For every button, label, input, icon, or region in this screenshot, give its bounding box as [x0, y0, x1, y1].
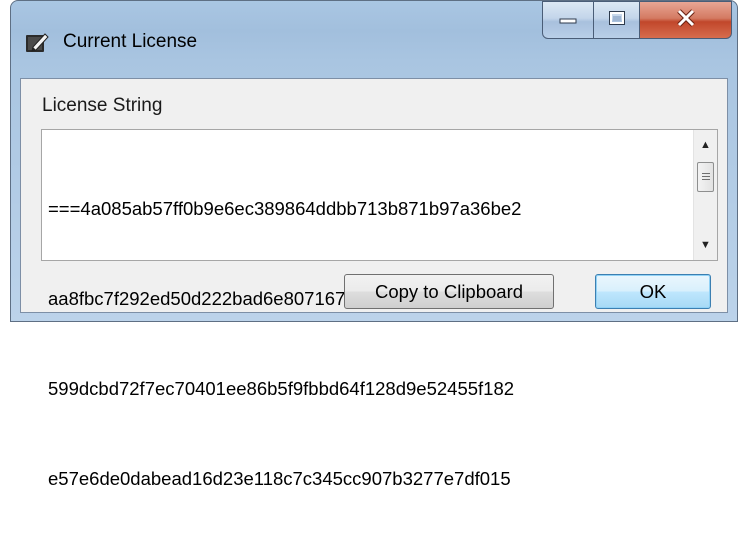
ok-button[interactable]: OK: [595, 274, 711, 309]
thumb-grip: [702, 173, 710, 174]
title-bar[interactable]: Current License: [11, 1, 737, 77]
minimize-icon: [558, 11, 578, 29]
maximize-button[interactable]: [594, 1, 640, 39]
license-dialog-window: Current License License String ===4a085a…: [10, 0, 738, 489]
license-line: e57e6de0dabead16d23e118c7c345cc907b3277e…: [48, 468, 511, 489]
close-icon: [675, 8, 697, 33]
minimize-button[interactable]: [542, 1, 594, 39]
vertical-scrollbar[interactable]: ▲ ▼: [693, 130, 717, 260]
thumb-grip: [702, 179, 710, 180]
window-controls: [542, 1, 732, 41]
window-title: Current License: [63, 31, 198, 52]
license-string-label: License String: [42, 95, 163, 116]
pen-icon: [25, 32, 49, 54]
scroll-up-arrow-icon[interactable]: ▲: [694, 132, 717, 158]
dialog-content: License String ===4a085ab57ff0b9e6ec3898…: [20, 78, 728, 489]
copy-to-clipboard-button[interactable]: Copy to Clipboard: [344, 274, 554, 309]
scroll-down-arrow-icon[interactable]: ▼: [694, 232, 717, 258]
scrollbar-thumb[interactable]: [697, 162, 714, 192]
license-text[interactable]: ===4a085ab57ff0b9e6ec389864ddbb713b871b9…: [48, 134, 688, 554]
close-button[interactable]: [640, 1, 732, 39]
license-line: 599dcbd72f7ec70401ee86b5f9fbbd64f128d9e5…: [48, 378, 515, 399]
maximize-icon: [607, 9, 627, 32]
license-string-textarea[interactable]: ===4a085ab57ff0b9e6ec389864ddbb713b871b9…: [41, 129, 718, 489]
thumb-grip: [702, 176, 710, 177]
license-line: ===4a085ab57ff0b9e6ec389864ddbb713b871b9…: [48, 198, 522, 219]
